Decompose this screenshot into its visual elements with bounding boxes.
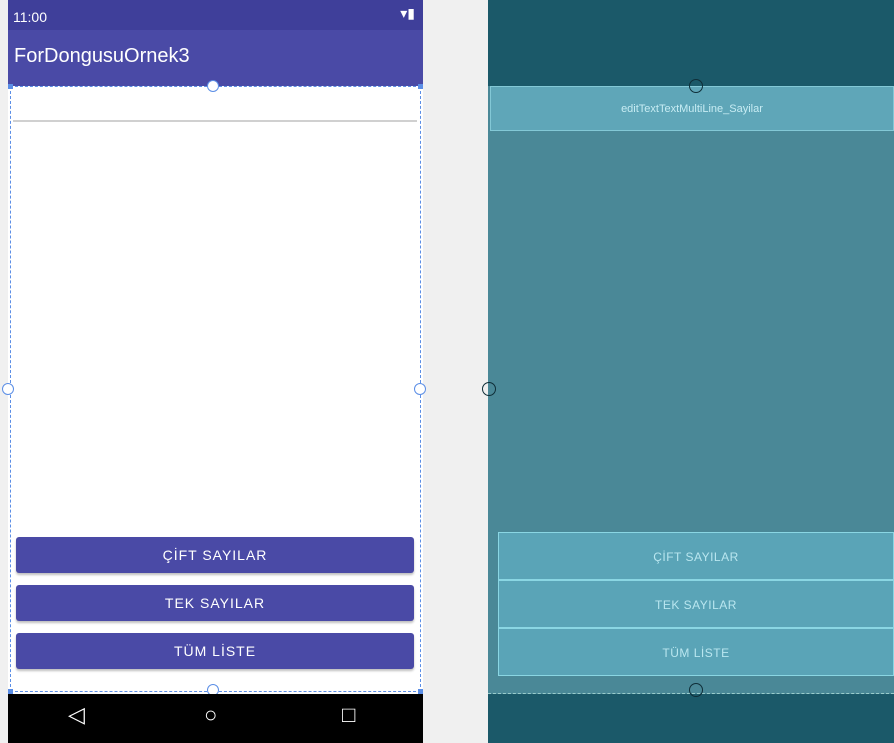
app-bar: ForDongusuOrnek3 <box>8 30 423 86</box>
design-view: 11:00 ▾▮ ForDongusuOrnek3 ÇİFT SAYILAR T… <box>2 0 426 743</box>
status-bar: 11:00 ▾▮ <box>8 0 423 30</box>
blueprint-edit-text[interactable]: editTextTextMultiLine_Sayilar <box>490 86 894 131</box>
blueprint-left-handle[interactable] <box>482 382 496 396</box>
app-title: ForDongusuOrnek3 <box>14 45 190 67</box>
resize-corner-handle[interactable] <box>8 84 13 89</box>
top-constraint-handle[interactable] <box>207 80 219 92</box>
navigation-bar: ◁ ○ □ <box>8 694 423 743</box>
blueprint-view: editTextTextMultiLine_Sayilar ÇİFT SAYIL… <box>482 0 894 743</box>
left-constraint-handle[interactable] <box>2 383 14 395</box>
back-icon[interactable]: ◁ <box>68 702 85 728</box>
wifi-battery-icon: ▾▮ <box>400 5 415 21</box>
status-time: 11:00 <box>13 9 47 25</box>
even-numbers-button[interactable]: ÇİFT SAYILAR <box>16 537 414 573</box>
blueprint-all-button[interactable]: TÜM LİSTE <box>498 628 894 676</box>
all-list-button[interactable]: TÜM LİSTE <box>16 633 414 669</box>
right-constraint-handle[interactable] <box>414 383 426 395</box>
odd-numbers-button[interactable]: TEK SAYILAR <box>16 585 414 621</box>
home-icon[interactable]: ○ <box>204 702 217 728</box>
blueprint-top-handle[interactable] <box>689 79 703 93</box>
blueprint-bottom-handle[interactable] <box>689 683 703 697</box>
recents-icon[interactable]: □ <box>342 702 355 728</box>
resize-corner-handle[interactable] <box>418 84 423 89</box>
multiline-edit-text[interactable] <box>13 120 417 122</box>
blueprint-odd-button[interactable]: TEK SAYILAR <box>498 580 894 628</box>
blueprint-even-button[interactable]: ÇİFT SAYILAR <box>498 532 894 580</box>
